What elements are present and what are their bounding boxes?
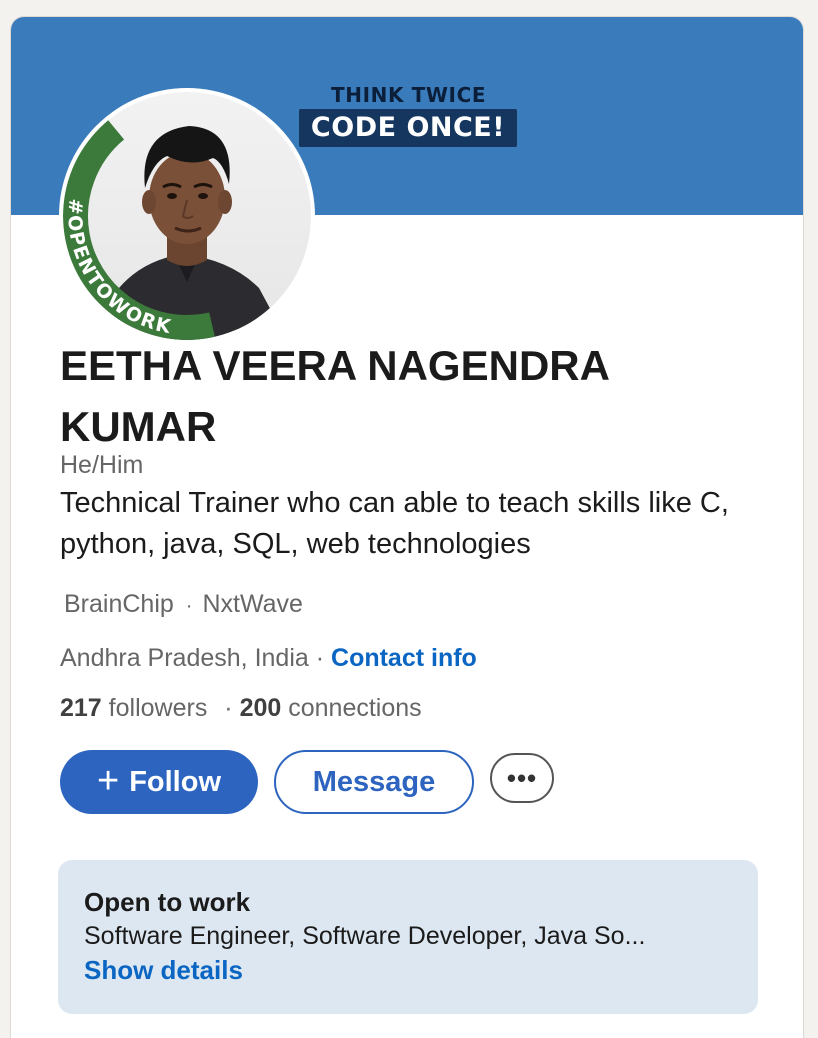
open-to-work-title: Open to work: [84, 887, 251, 917]
network-stats: 217 followers · 200 connections: [60, 693, 422, 723]
profile-page: THINK TWICE CODE ONCE! #OPENTOWORK EETHA…: [0, 0, 818, 1038]
location-row: Andhra Pradesh, India · Contact info: [60, 643, 477, 673]
pronouns: He/Him: [60, 451, 144, 479]
message-button[interactable]: Message: [274, 750, 474, 814]
follow-label: Follow: [129, 765, 222, 798]
contact-info-link[interactable]: Contact info: [331, 644, 477, 672]
message-label: Message: [312, 765, 436, 798]
open-to-work-roles: Software Engineer, Software Developer, J…: [84, 922, 646, 950]
avatar[interactable]: #OPENTOWORK: [59, 88, 315, 344]
open-to-work-card[interactable]: Open to work Software Engineer, Software…: [58, 860, 758, 1014]
banner-line-1: THINK TWICE: [331, 83, 487, 107]
banner-line-2: CODE ONCE!: [310, 112, 506, 143]
headline: Technical Trainer who can able to teach …: [60, 487, 729, 560]
profile-photo: #OPENTOWORK: [63, 92, 311, 340]
company-brainchip[interactable]: BrainChip: [64, 590, 174, 618]
company-list: BrainChip · NxtWave: [64, 589, 303, 621]
plus-icon: +: [96, 759, 120, 802]
follow-button[interactable]: + Follow: [60, 750, 258, 814]
location: Andhra Pradesh, India: [60, 644, 309, 672]
stats-separator: ·: [224, 694, 233, 722]
profile-name: EETHA VEERA NAGENDRA KUMAR: [60, 342, 609, 450]
connections-label[interactable]: connections: [288, 694, 421, 722]
profile-photo-graphic: #OPENTOWORK: [63, 92, 311, 340]
more-actions-button[interactable]: •••: [490, 753, 554, 803]
connections-count[interactable]: 200: [240, 694, 282, 722]
show-details-link[interactable]: Show details: [84, 955, 243, 985]
followers-label: followers: [108, 694, 208, 722]
company-nxtwave[interactable]: NxtWave: [202, 590, 302, 618]
location-separator: ·: [315, 644, 325, 672]
company-separator: ·: [185, 595, 193, 617]
banner-box: CODE ONCE!: [299, 109, 517, 147]
profile-card: THINK TWICE CODE ONCE! #OPENTOWORK EETHA…: [10, 16, 804, 1038]
followers-count: 217: [60, 694, 102, 722]
more-icon: •••: [506, 762, 538, 793]
